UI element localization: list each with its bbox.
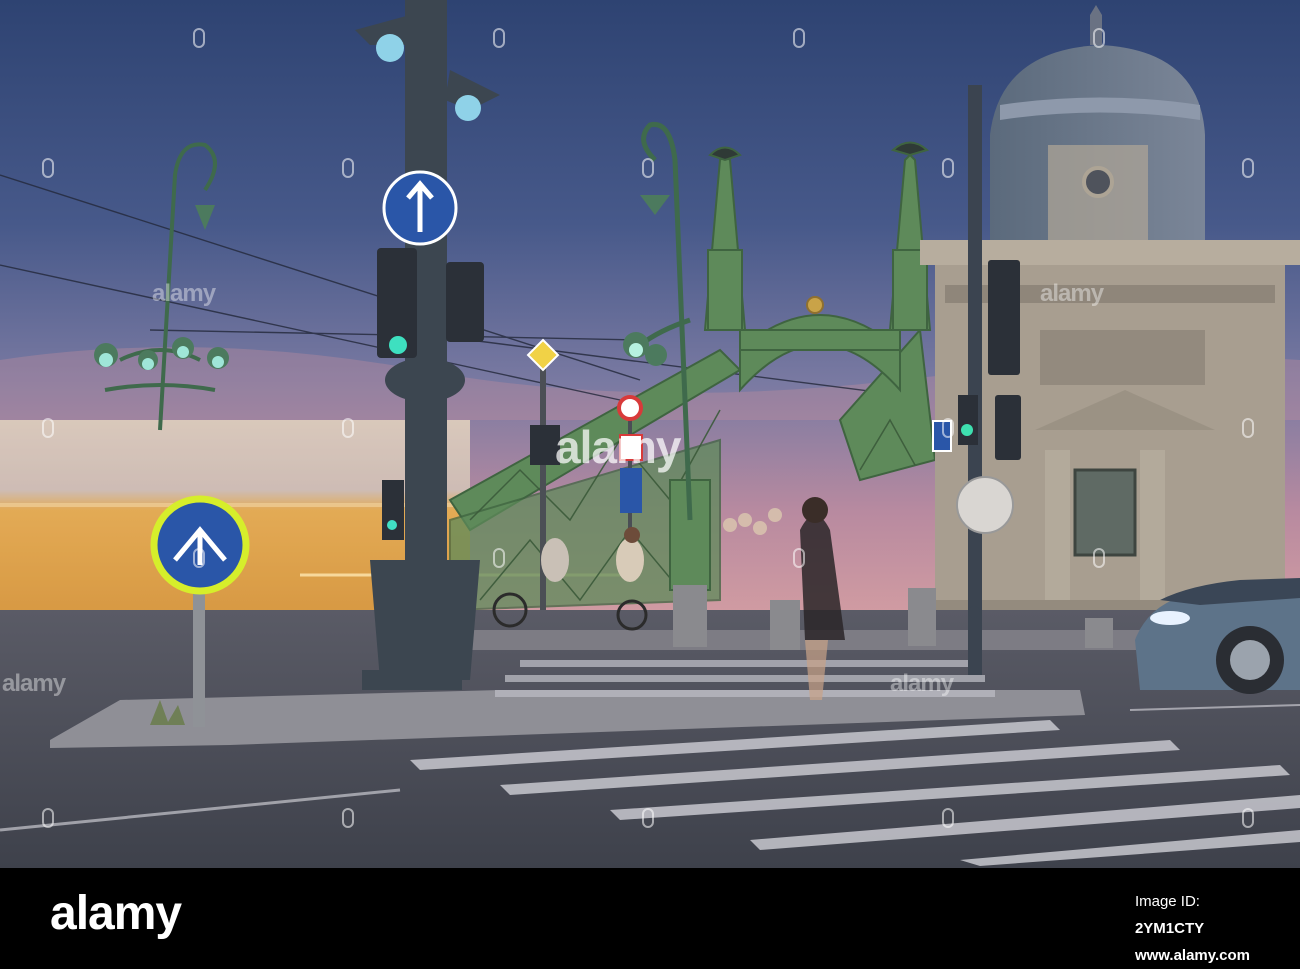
crosswalk-far [495,660,995,697]
alamy-logo[interactable]: alamy [50,886,182,941]
image-id-label: Image ID: [1134,893,1200,910]
image-id-line: Image ID: 2YM1CTY [1135,888,1250,942]
bridge-photo [0,0,1300,868]
image-info: Image ID: 2YM1CTY www.alamy.com [1135,888,1250,969]
image-id-value: 2YM1CTY [1134,920,1205,937]
one-way-sign [382,170,458,246]
stock-footer-bar: alamy Image ID: 2YM1CTY www.alamy.com [0,868,1300,964]
